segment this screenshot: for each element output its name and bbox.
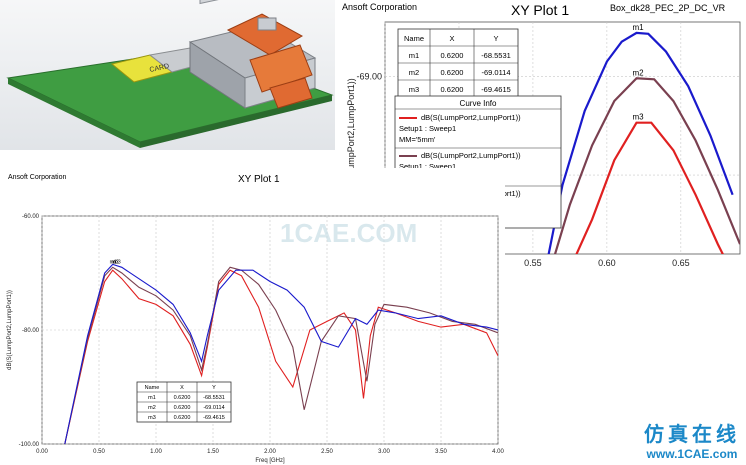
table-header: X [449,34,454,43]
table-cell: 0.6200 [441,85,464,94]
legend-param: MM='5mm' [399,135,436,144]
table-header: X [180,385,184,391]
x-tick-label: 4.00 [492,449,504,455]
x-tick-label: 1.00 [150,449,162,455]
table-cell: -69.0114 [481,68,510,77]
table-cell: -69.0114 [203,405,224,411]
marker-label: m3 [632,113,644,122]
table-cell: 0.6200 [174,395,191,401]
x-tick-label: 3.00 [378,449,390,455]
legend-setup: Setup1 : Sweep1 [399,124,456,133]
background-watermark: 1CAE.COM [280,218,418,248]
table-cell: 0.6200 [174,405,191,411]
geometry-render: CARD [0,0,335,150]
table-cell: 0.6200 [174,415,191,421]
marker-label: m3 [114,259,121,265]
watermark-cn: 仿真在线 [644,422,740,446]
legend-expr: dB(S(LumpPort2,LumpPort1)) [421,113,521,122]
legend-expr: dB(S(LumpPort2,LumpPort1)) [421,151,521,160]
table-cell: 0.6200 [441,68,464,77]
x-tick-label: 0.55 [524,258,542,268]
table-cell: 0.6200 [441,51,464,60]
marker-label: m1 [632,23,644,32]
table-cell: m1 [409,51,419,60]
site-watermark: 仿真在线 www.1CAE.com [644,418,740,461]
table-header: Y [212,385,216,391]
table-cell: m2 [148,405,156,411]
geometry-render-image: CARD [0,0,335,150]
full-plot-canvas: 0.00 0.50 1.00 1.50 2.00 2.50 3.00 3.50 4.00 -60.… [7,214,504,464]
x-axis-label: Freq [GHz] [255,458,285,464]
table-header: Y [493,34,498,43]
x-tick-label: 2.00 [264,449,276,455]
marker-label: m2 [632,68,644,77]
y-tick-label: -80.00 [22,328,40,334]
full-range-xy-plot: Ansoft Corporation XY Plot 1 0.00 0.50 1.0… [0,168,505,465]
table-cell: m3 [148,415,156,421]
x-tick-label: 3.50 [435,449,447,455]
x-tick-label: 0.50 [93,449,105,455]
table-header: Name [404,34,424,43]
table-cell: -69.4615 [203,415,225,421]
table-cell: -68.5531 [203,395,225,401]
y-tick-label: -69.00 [356,71,382,81]
table-cell: m1 [148,395,156,401]
watermark-url: www.1CAE.com [646,447,738,461]
x-tick-label: 2.50 [321,449,333,455]
table-cell: -69.4615 [481,85,511,94]
x-tick-label: 1.50 [207,449,219,455]
table-header: Name [145,385,160,391]
y-axis-label: dB(S(LumpPort2,LumpPort1)) [7,290,13,370]
legend-title: Curve Info [460,99,497,108]
table-cell: m2 [409,68,419,77]
x-tick-label: 0.65 [672,258,690,268]
table-cell: m3 [409,85,419,94]
table-cell: -68.5531 [481,51,511,60]
x-tick-label: 0.60 [598,258,616,268]
y-tick-label: -60.00 [22,214,40,220]
x-tick-label: 0.00 [36,449,48,455]
y-tick-label: -100.00 [19,442,40,448]
